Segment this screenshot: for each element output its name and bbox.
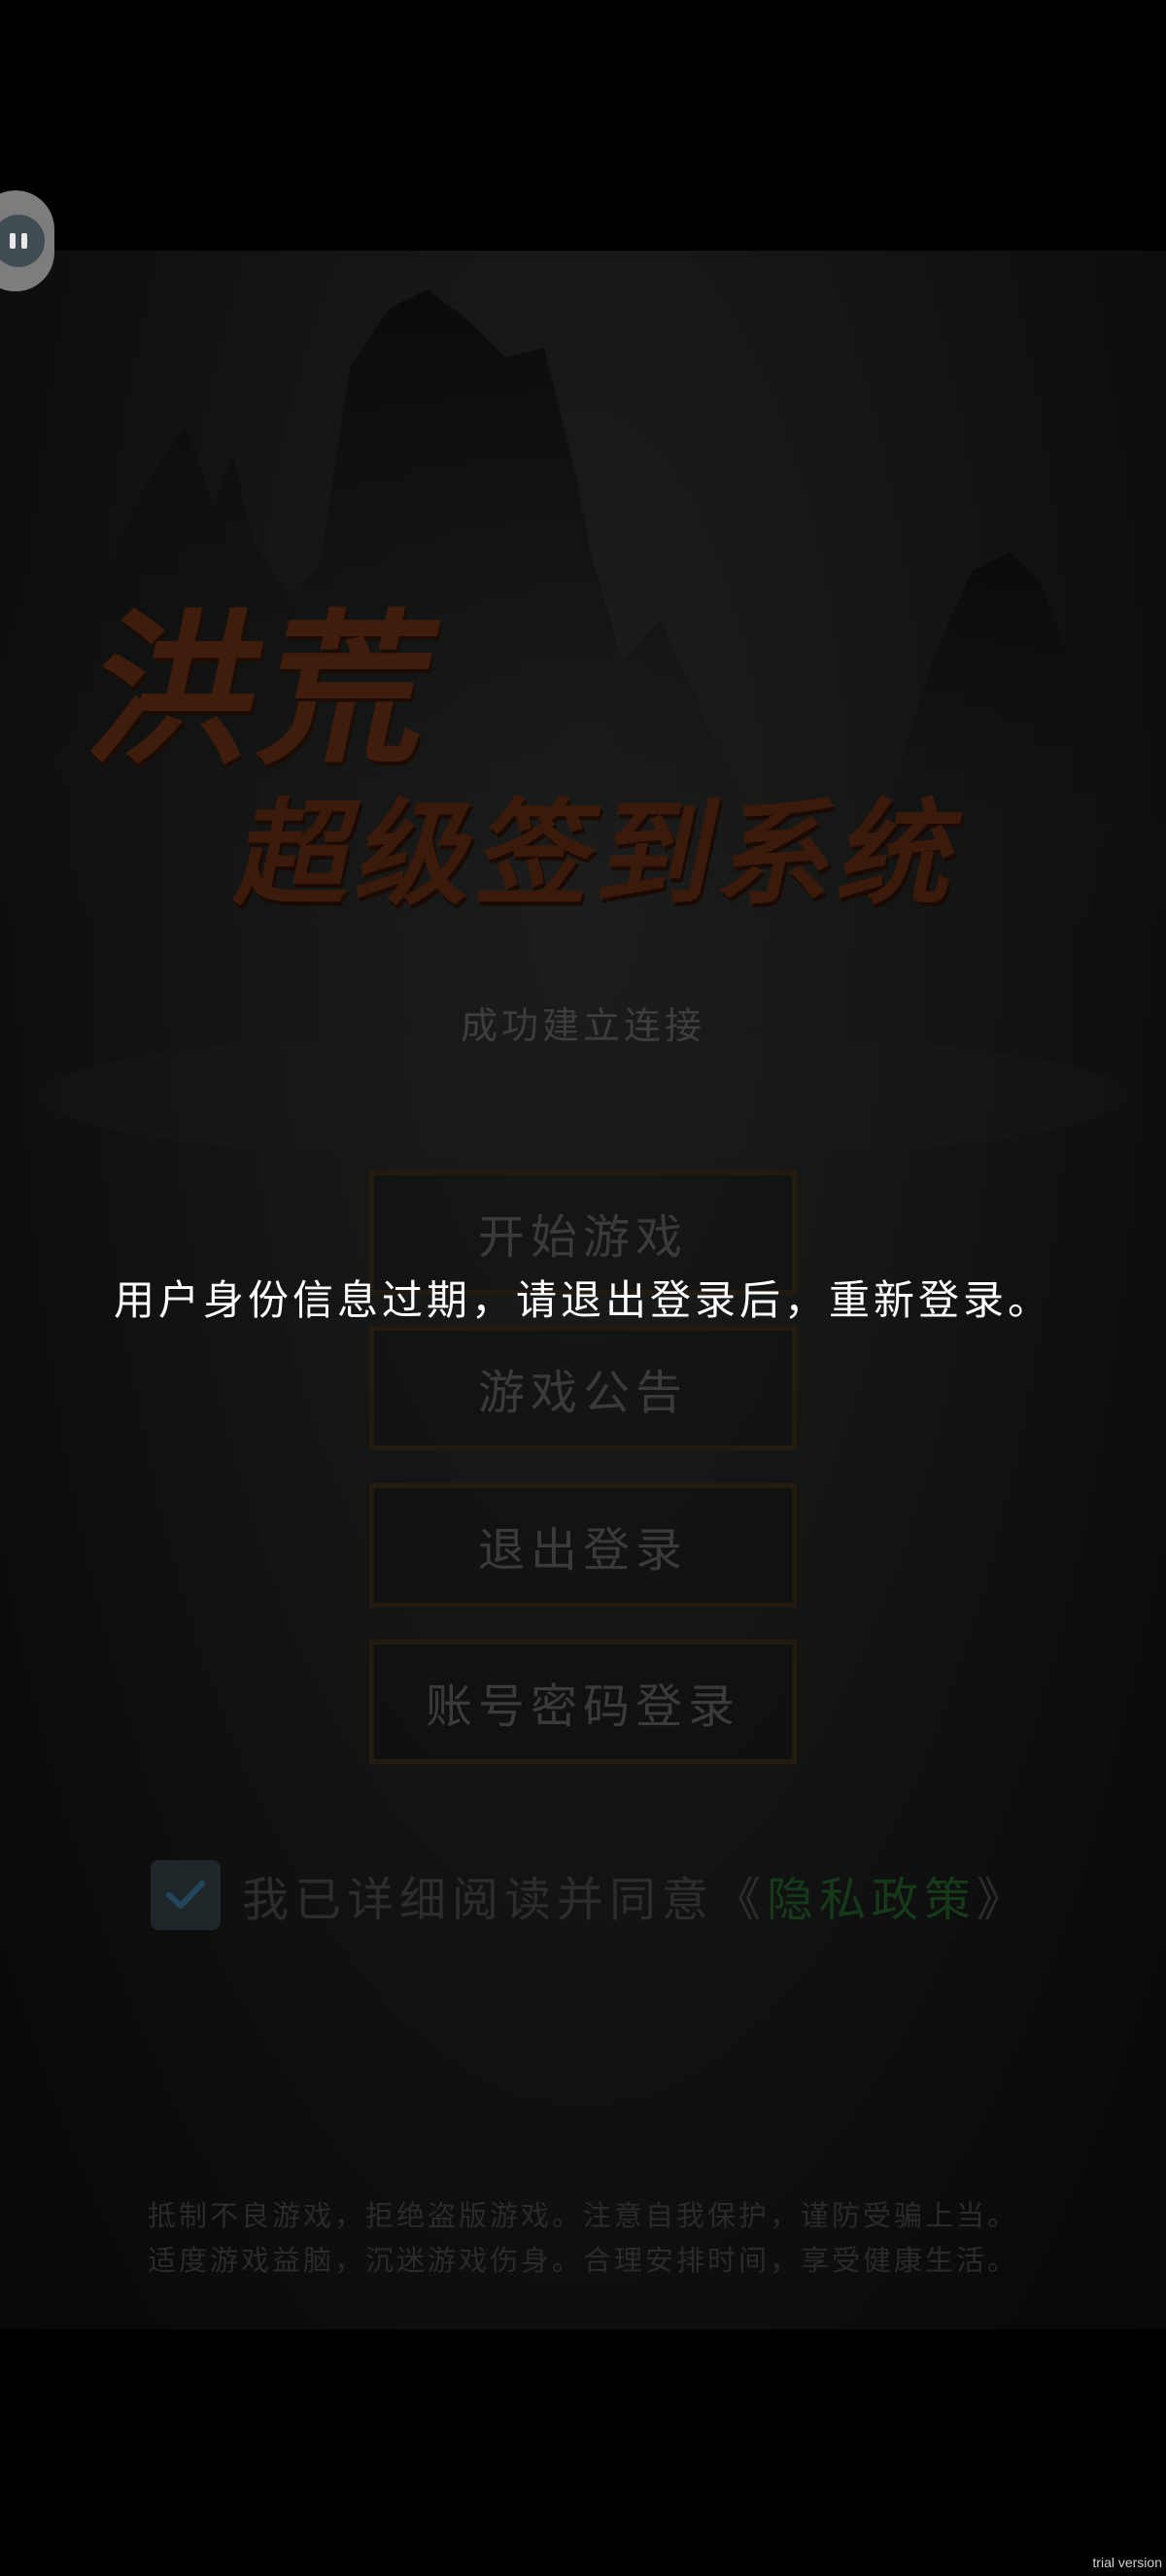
privacy-agreement-row: 我已详细阅读并同意《隐私政策》 xyxy=(151,1860,1029,1930)
checkmark-icon xyxy=(166,1881,205,1909)
float-menu-inner xyxy=(0,215,45,267)
screen: 洪荒 超级签到系统 成功建立连接 开始游戏 游戏公告 退出登录 账号密码登录 我… xyxy=(0,0,1166,2576)
privacy-agreement-checkbox[interactable] xyxy=(151,1860,221,1930)
privacy-agreement-text: 我已详细阅读并同意《隐私政策》 xyxy=(242,1861,1029,1929)
health-gaming-notice: 抵制不良游戏，拒绝盗版游戏。注意自我保护，谨防受骗上当。 适度游戏益脑，沉迷游戏… xyxy=(0,2193,1166,2283)
session-expired-toast: 用户身份信息过期，请退出登录后，重新登录。 xyxy=(113,1276,1052,1324)
privacy-policy-link[interactable]: 隐私政策 xyxy=(767,1873,977,1927)
account-login-button[interactable]: 账号密码登录 xyxy=(369,1640,797,1764)
agreement-suffix: 》 xyxy=(977,1873,1030,1927)
game-logo-subtitle: 超级签到系统 xyxy=(226,786,978,921)
connection-status: 成功建立连接 xyxy=(460,1004,705,1047)
health-notice-line-1: 抵制不良游戏，拒绝盗版游戏。注意自我保护，谨防受骗上当。 xyxy=(147,2199,1018,2232)
health-notice-line-2: 适度游戏益脑，沉迷游戏伤身。合理安排时间，享受健康生活。 xyxy=(147,2244,1018,2277)
game-notice-button[interactable]: 游戏公告 xyxy=(369,1326,797,1450)
trial-watermark: trial version xyxy=(1092,2555,1162,2570)
float-menu-icon[interactable] xyxy=(0,190,54,291)
agreement-prefix: 我已详细阅读并同意《 xyxy=(242,1873,768,1927)
logout-button[interactable]: 退出登录 xyxy=(369,1483,797,1608)
